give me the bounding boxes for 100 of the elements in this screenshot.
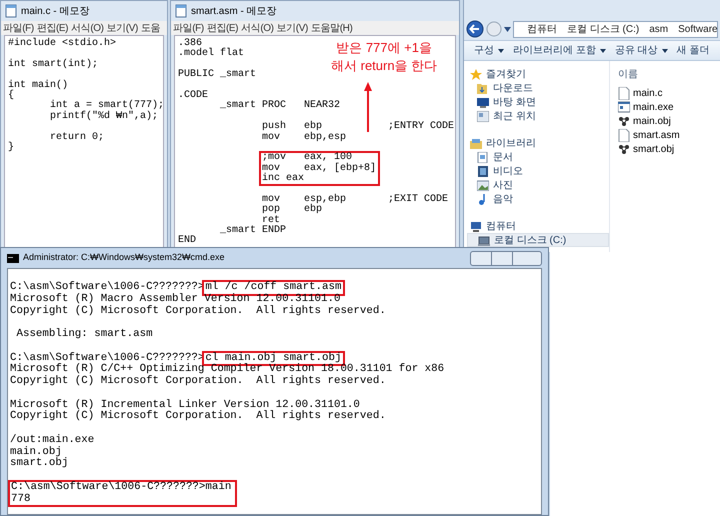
code-line: push ebp ;ENTRY CODE [261,122,454,132]
code-line: ret [261,216,280,226]
menu-item[interactable]: 보기(V) [106,21,138,35]
menu-item[interactable]: 편집(E) [36,21,68,35]
minimize-button[interactable] [470,250,492,266]
code-line: PUBLIC _smart [178,70,256,81]
library-icon [470,138,482,148]
menu-item[interactable]: 보기(V) [276,21,308,35]
output-line: /out:main.exe [10,434,94,446]
application-icon [618,100,630,114]
code-line: int a = smart(777); [49,101,163,112]
code-line: .CODE [178,90,208,102]
output-line: Microsoft (R) Incremental Linker Version 12.00.31101.0 [10,400,360,410]
code-line: ;mov eax, 100 [262,153,352,164]
sidebar-item[interactable]: 라이브러리 [467,136,609,150]
command-text: main [205,482,232,494]
sidebar-item[interactable]: 바탕 화면 [467,95,609,109]
caret-icon [504,26,511,32]
document-icon [477,152,489,162]
code-line: inc eax [262,174,304,184]
toolbar-button[interactable]: 새 폴더 [676,43,710,58]
output-line: Copyright (C) Microsoft Corporation. All rights reserved. [10,411,386,423]
star-icon [470,68,482,80]
code-line: _smart PROC NEAR32 [219,101,340,112]
close-button[interactable] [512,250,542,266]
sidebar-item[interactable]: 최근 위치 [467,109,609,123]
notepad-icon [5,4,17,18]
annotation-text: 받은 777에 +1을 [336,39,432,57]
breadcrumb-item[interactable]: 컴퓨터 [527,22,557,36]
object-file-icon [618,142,630,156]
prompt-text: C:\asm\Software\1006-C???????> [10,352,204,364]
maximize-button[interactable] [492,250,512,266]
output-line: 778 [11,494,30,506]
file-item[interactable]: main.c [618,86,662,100]
forward-icon [486,21,502,37]
code-line: mov ebp,esp [261,132,346,143]
recent-places-icon [477,110,489,122]
breadcrumb-item[interactable]: asm [649,22,668,36]
video-icon [477,166,489,176]
file-item[interactable]: smart.asm [618,128,680,142]
menu-item[interactable]: 파일(F) [173,21,204,35]
file-item[interactable]: main.obj [618,114,671,128]
sidebar-item[interactable]: 즐겨찾기 [467,67,609,81]
arrow [364,82,372,132]
sidebar-item[interactable]: 사진 [467,178,609,192]
code-line: .386 [178,39,202,49]
code-line: } [8,142,14,154]
address-bar[interactable]: 컴퓨터 로컬 디스크 (C:) asm Software [513,20,718,38]
code-line: pop ebp [261,205,322,216]
back-icon [466,20,484,38]
code-line: _smart ENDP [219,226,286,236]
breadcrumb-item[interactable]: 로컬 디스크 (C:) [567,22,640,36]
output-line: Copyright (C) Microsoft Corporation. All rights reserved. [10,376,386,388]
output-line: Assembling: smart.asm [15,329,153,341]
code-line: mov eax, [ebp+8] [262,164,376,174]
window-title: Administrator: C:₩Windows₩system32₩cmd.exe [23,251,226,264]
menu-item[interactable]: 편집(E) [206,21,238,35]
code-line: printf("%d ₩n",a); [49,112,158,122]
document-icon [618,128,630,142]
menu-item[interactable]: 도움 [140,21,160,35]
file-item[interactable]: main.exe [618,100,674,114]
column-header[interactable]: 이름 [618,67,638,81]
prompt-text: C:\asm\Software\1006-C???????> [10,282,204,293]
sidebar-item[interactable]: 음악 [467,192,609,206]
code-line: int main() [8,80,68,91]
window-title: main.c - 메모장 [21,4,90,18]
sidebar-item[interactable]: 다운로드 [467,81,609,95]
code-line: { [8,90,14,102]
code-line: END [178,236,196,247]
sidebar-item[interactable]: 문서 [467,150,609,164]
output-line: main.obj [10,446,62,458]
prompt-text: C:\asm\Software\1006-C???????> [11,482,206,494]
computer-icon [470,220,482,232]
code-line: return 0; [49,132,104,143]
toolbar-button[interactable]: 라이브러리에 포함 [513,43,606,58]
output-line: Copyright (C) Microsoft Corporation. All rights reserved. [10,306,386,318]
window-title: smart.asm - 메모장 [191,4,277,18]
sidebar-item[interactable]: 로컬 디스크 (C:) [467,233,609,247]
object-file-icon [618,114,630,128]
output-line: smart.obj [10,458,68,470]
document-icon [618,86,630,100]
sidebar-item[interactable]: 컴퓨터 [467,219,609,233]
annotation-text: 해서 return을 한다 [331,57,438,75]
menu-item[interactable]: 서식(O) [241,21,274,35]
picture-icon [477,180,489,190]
menu-item[interactable]: 도움말(H) [310,21,352,35]
sidebar-item[interactable]: 비디오 [467,164,609,178]
file-item[interactable]: smart.obj [618,142,674,156]
code-line: mov esp,ebp ;EXIT CODE [261,194,448,205]
download-folder-icon [477,82,489,94]
code-line: int smart(int); [8,60,98,70]
menu-item[interactable]: 서식(O) [71,21,104,35]
toolbar-button[interactable]: 구성 [474,43,504,58]
breadcrumb-item[interactable]: Software [678,22,717,36]
console-icon [7,254,19,262]
monitor-icon [477,96,489,108]
code-line: #include <stdio.h> [8,39,116,50]
toolbar-button[interactable]: 공유 대상 [614,43,668,58]
notepad-icon [175,4,187,18]
menu-item[interactable]: 파일(F) [3,21,34,35]
